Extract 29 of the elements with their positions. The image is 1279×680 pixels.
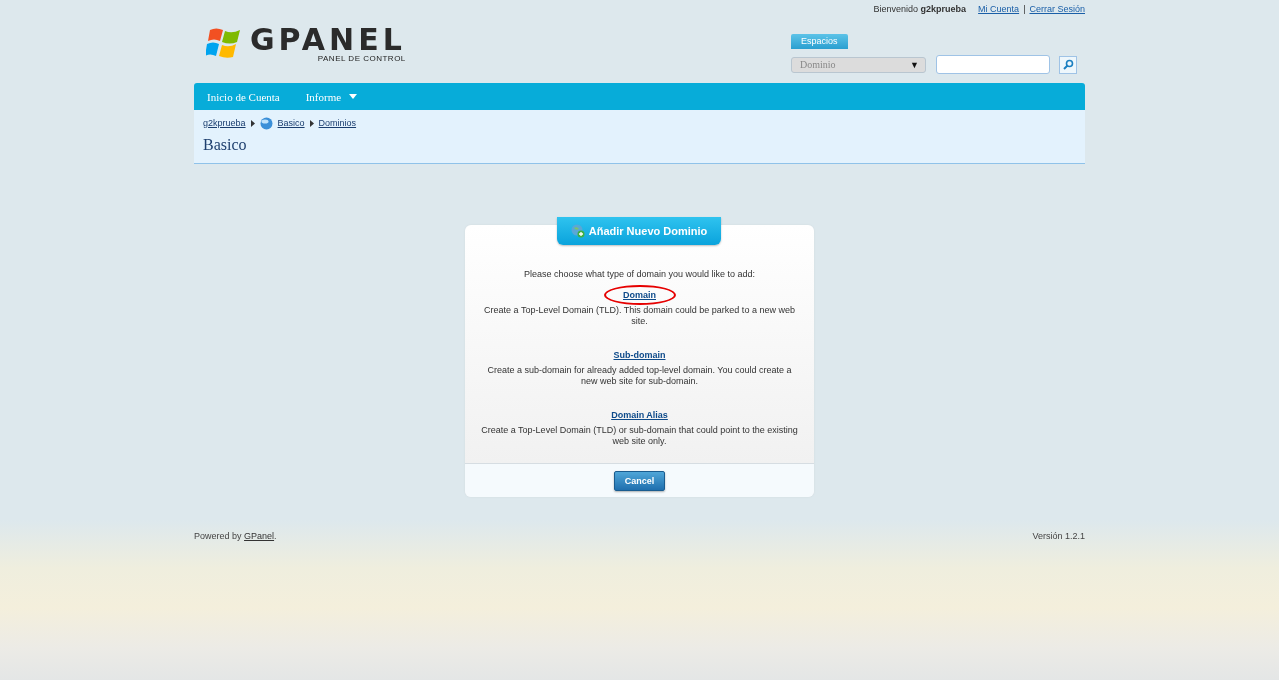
- option-description: Create a Top-Level Domain (TLD) or sub-domain that could point to the existing web site only.: [480, 425, 799, 447]
- logout-link[interactable]: Cerrar Sesión: [1029, 4, 1085, 14]
- option-description: Create a sub-domain for already added top-level domain. You could create a new web site for sub-domain.: [486, 365, 793, 387]
- chevron-icon: [250, 119, 255, 127]
- logo-wordmark: GPANEL: [250, 26, 406, 54]
- search-field[interactable]: [936, 55, 1050, 74]
- separator-text: |: [1023, 4, 1026, 14]
- account-link[interactable]: Mi Cuenta: [978, 4, 1020, 14]
- powered-by-text: Powered by GPanel.: [194, 531, 277, 541]
- version-text: Versión 1.2.1: [1032, 531, 1085, 541]
- domain-dropdown[interactable]: Dominio ▼: [791, 56, 926, 73]
- globe-icon: [259, 116, 273, 130]
- option-link[interactable]: Domain: [623, 290, 656, 300]
- cancel-button[interactable]: Cancel: [613, 470, 666, 491]
- breadcrumb-link[interactable]: Basico: [277, 118, 305, 128]
- logo-subtitle: PANEL DE CONTROL: [317, 54, 406, 63]
- chevron-icon: [309, 119, 314, 127]
- page-title: Basico: [203, 136, 248, 154]
- option-link[interactable]: Sub-domain: [613, 350, 666, 360]
- search-button[interactable]: [1059, 55, 1077, 74]
- welcome-text: Bienvenido g2kprueba: [873, 4, 968, 14]
- intro-text: Please choose what type of domain you would like to add:: [522, 269, 757, 280]
- breadcrumb-link[interactable]: Dominios: [318, 118, 357, 128]
- option-description: Create a Top-Level Domain (TLD). This domain could be parked to a new web site.: [483, 305, 796, 327]
- breadcrumb-link[interactable]: g2kprueba: [203, 118, 246, 128]
- globe-plus-icon: [570, 224, 585, 238]
- dialog-title: Añadir Nuevo Dominio: [557, 217, 721, 245]
- option-link[interactable]: Domain Alias: [611, 410, 668, 420]
- caret-icon: [349, 94, 358, 99]
